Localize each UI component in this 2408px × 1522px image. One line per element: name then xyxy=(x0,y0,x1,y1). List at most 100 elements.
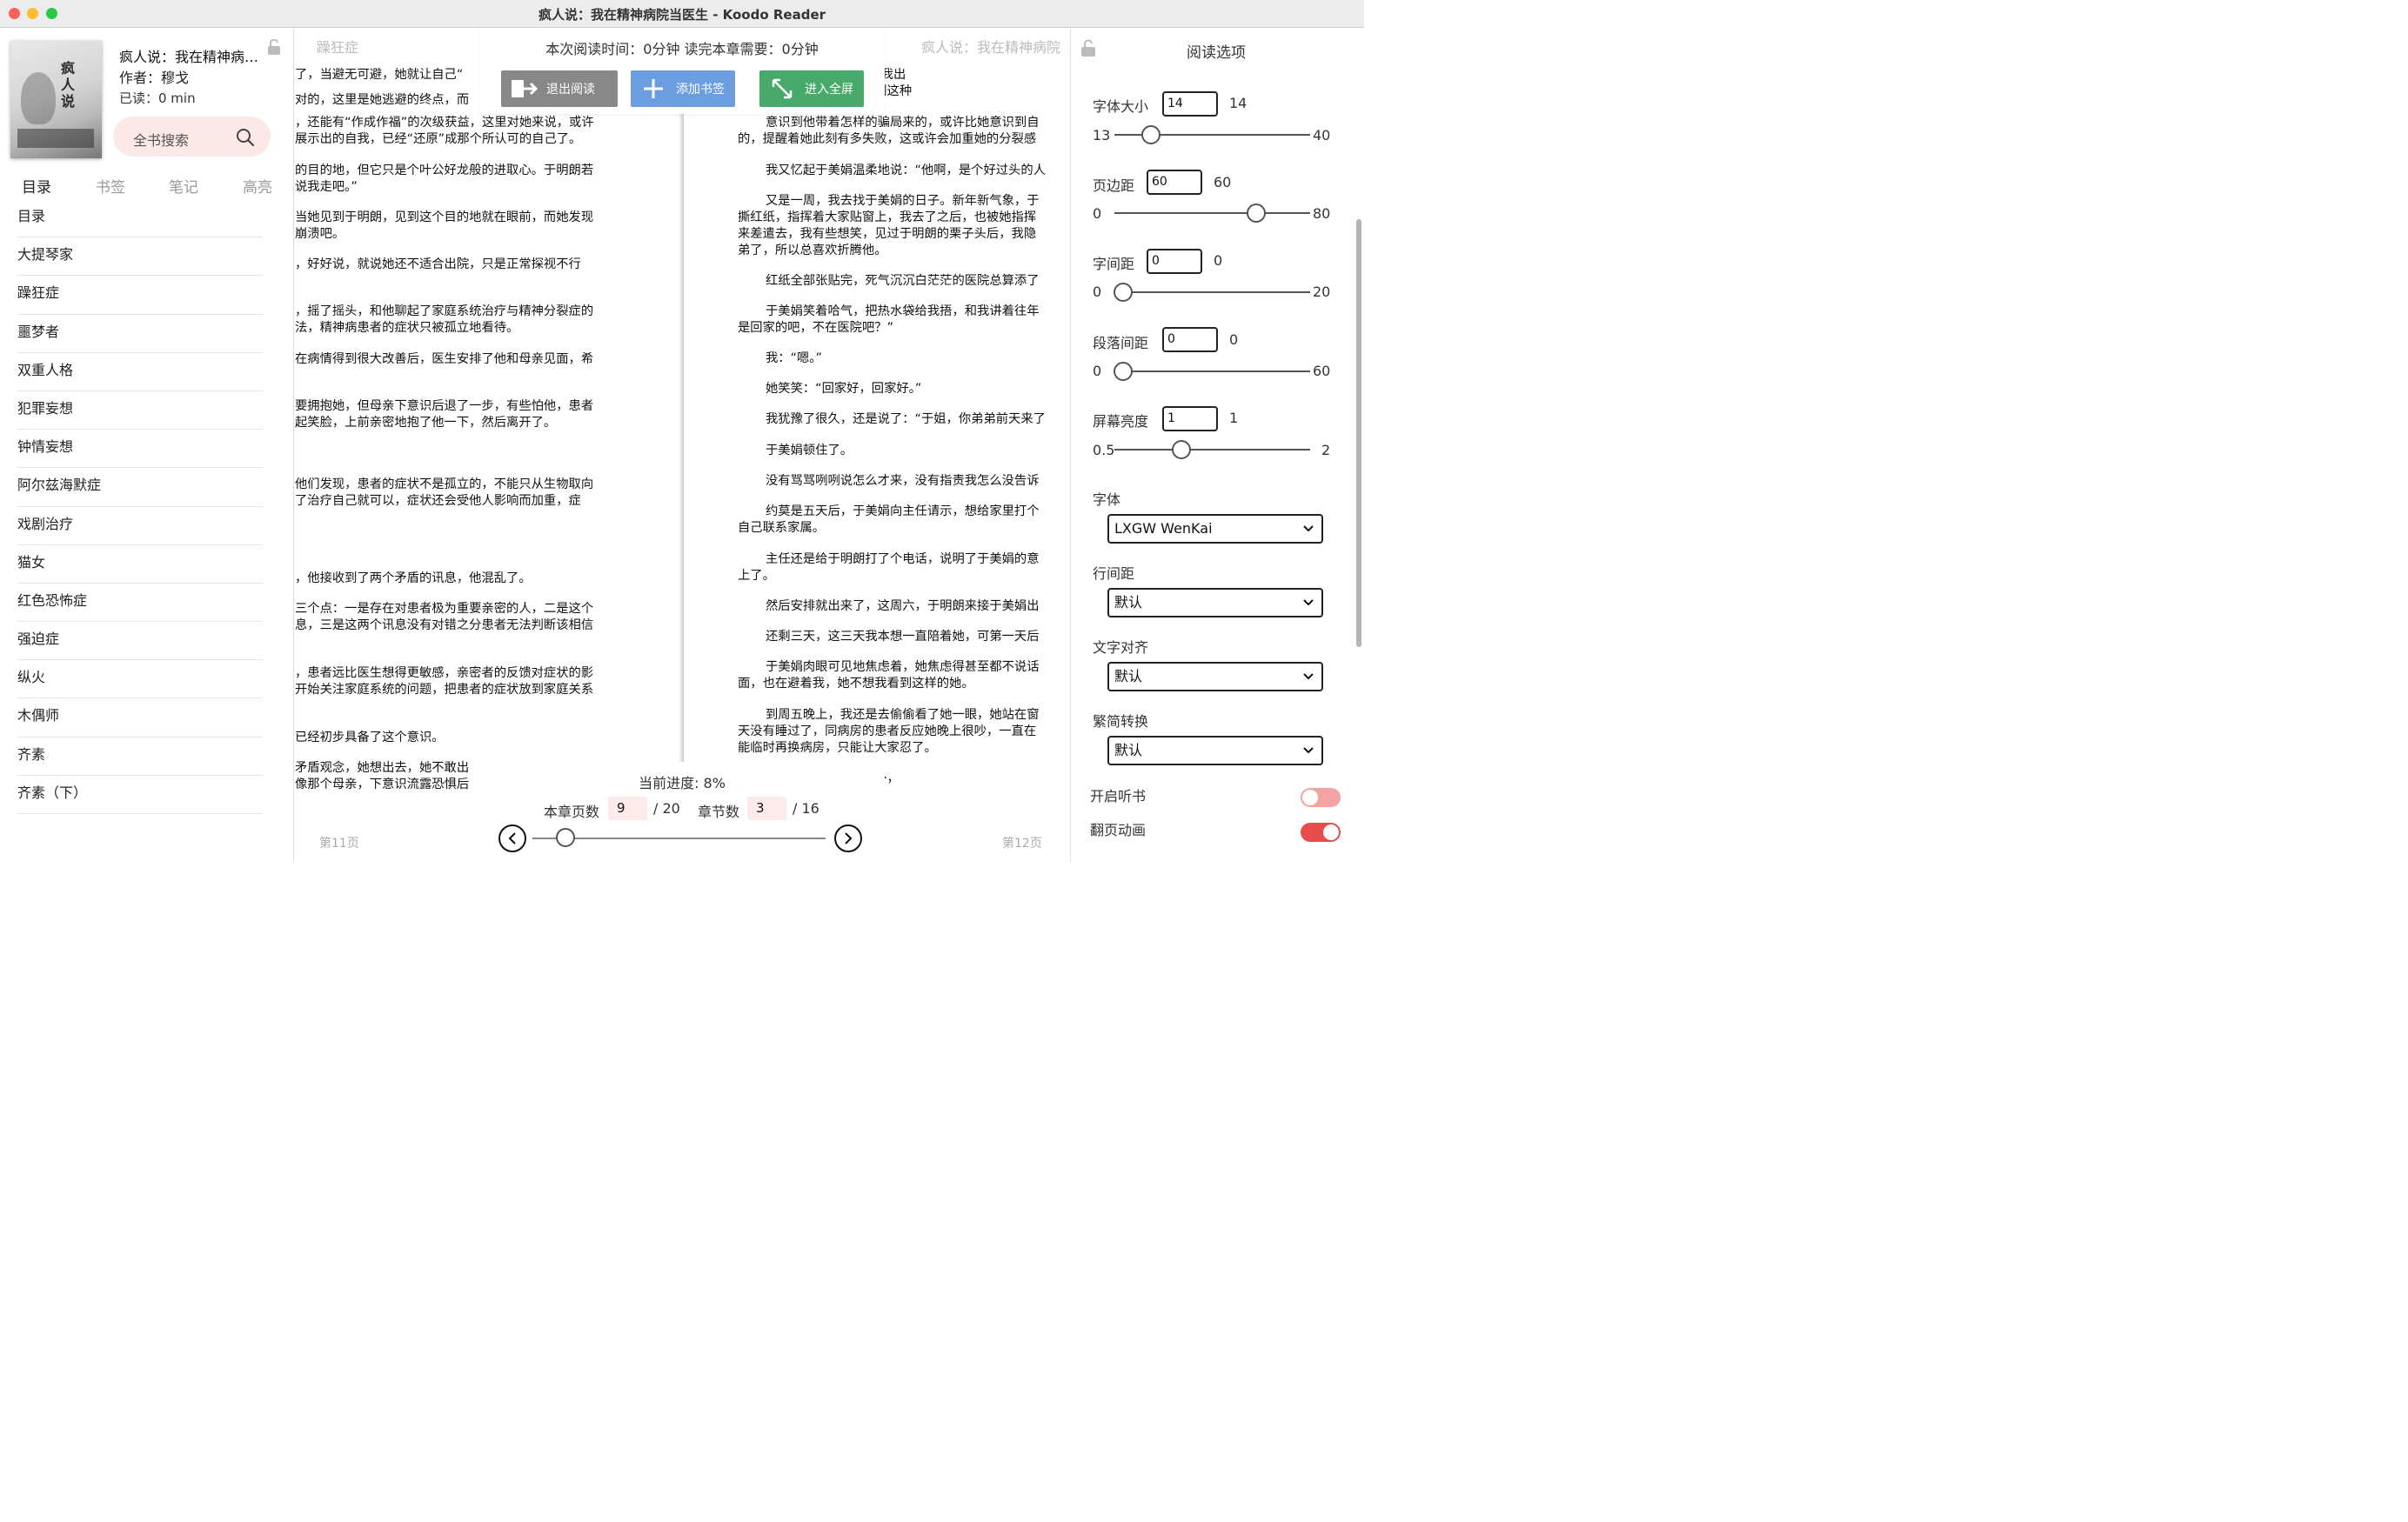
page-text-line: ，好好说，就说她还不适合出院，只是正常探视不行 xyxy=(295,257,581,271)
margin-input[interactable]: 60 xyxy=(1147,170,1202,195)
chapter-count-label: 章节数 xyxy=(698,804,740,820)
text-align-label: 文字对齐 xyxy=(1093,639,1149,656)
letter-spacing-slider-thumb[interactable] xyxy=(1114,283,1133,302)
next-page-button[interactable] xyxy=(834,824,862,852)
page-text-line: 崩溃吧。 xyxy=(295,227,345,241)
page-text-line: 他们发现，患者的症状不是孤立的，不能只从生物取向 xyxy=(295,477,594,491)
chevron-down-icon xyxy=(1303,747,1314,754)
lock-icon[interactable] xyxy=(1080,39,1096,57)
progress-slider-thumb[interactable] xyxy=(555,828,575,847)
cover-art xyxy=(21,72,56,124)
line-height-label: 行间距 xyxy=(1093,565,1135,582)
chapter-input[interactable]: 3 xyxy=(747,797,786,820)
toc-item[interactable]: 目录 xyxy=(17,199,263,238)
chevron-down-icon xyxy=(1303,599,1314,606)
exit-reading-button[interactable]: 退出阅读 xyxy=(501,70,618,107)
line-height-select[interactable]: 默认 xyxy=(1107,588,1323,617)
page-text-line: 于美娟顿住了。 xyxy=(766,444,853,457)
convert-select-value: 默认 xyxy=(1114,742,1143,758)
page-text-line: 像那个母亲，下意识流露恐惧后 xyxy=(295,778,470,791)
line-height-select-value: 默认 xyxy=(1114,594,1143,611)
tab-highlights[interactable]: 高亮 xyxy=(243,175,272,197)
tab-contents[interactable]: 目录 xyxy=(22,175,51,197)
toc-item[interactable]: 双重人格 xyxy=(17,353,263,391)
brightness-min: 0.5 xyxy=(1093,442,1115,458)
tts-toggle[interactable] xyxy=(1301,788,1341,807)
toc-item[interactable]: 犯罪妄想 xyxy=(17,391,263,431)
toc-item[interactable]: 戏剧治疗 xyxy=(17,507,263,545)
toc-item[interactable]: 躁狂症 xyxy=(17,276,263,315)
tab-bookmarks[interactable]: 书签 xyxy=(96,175,125,197)
page-text-line: 上了。 xyxy=(738,569,775,583)
toc-item[interactable]: 钟情妄想 xyxy=(17,430,263,469)
page-text-line: 开始关注家庭系统的问题，把患者的症状放到家庭关系 xyxy=(295,683,594,697)
paragraph-spacing-slider-thumb[interactable] xyxy=(1114,362,1133,381)
page-text-line: 约莫是五天后，于美娟向主任请示，想给家里打个 xyxy=(766,504,1040,518)
page-number: 第11页 xyxy=(319,837,359,851)
fullscreen-button[interactable]: 进入全屏 xyxy=(759,70,864,107)
brightness-label: 屏幕亮度 xyxy=(1093,413,1149,430)
progress-slider-track[interactable] xyxy=(532,838,826,839)
text-align-select[interactable]: 默认 xyxy=(1107,662,1323,691)
table-of-contents: 目录 大提琴家 躁狂症 噩梦者 双重人格 犯罪妄想 钟情妄想 阿尔兹海默症 戏剧… xyxy=(17,199,263,814)
letter-spacing-input[interactable]: 0 xyxy=(1147,249,1202,274)
toc-item[interactable]: 猫女 xyxy=(17,545,263,584)
font-size-input[interactable]: 14 xyxy=(1162,91,1218,117)
brightness-slider-thumb[interactable] xyxy=(1172,440,1191,459)
margin-label: 页边距 xyxy=(1093,177,1135,194)
page-text-line: 我又忆起于美娟温柔地说：“他啊，是个好过头的人 xyxy=(766,164,1046,177)
font-size-slider-thumb[interactable] xyxy=(1141,125,1161,144)
brightness-input[interactable]: 1 xyxy=(1162,406,1218,431)
add-bookmark-button[interactable]: 添加书签 xyxy=(631,70,735,107)
font-select[interactable]: LXGW WenKai xyxy=(1107,514,1323,544)
toc-item[interactable]: 纵火 xyxy=(17,660,263,699)
page-text-line: 于美娟肉眼可见地焦虑着，她焦虑得甚至都不说话 xyxy=(766,660,1040,674)
paragraph-spacing-max: 60 xyxy=(1313,363,1331,379)
page-text-line: 矛盾观念，她想出去，她不敢出 xyxy=(295,761,470,775)
left-book-page[interactable]: 躁狂症 了，当避无可避，她就让自己“ 对的，这里是她逃避的终点，而 ，还能有“作成作… xyxy=(295,29,683,862)
paragraph-spacing-slider[interactable] xyxy=(1114,370,1310,372)
font-label: 字体 xyxy=(1093,491,1121,508)
font-size-max: 40 xyxy=(1313,127,1331,144)
window-title: 疯人说：我在精神病院当医生 - Koodo Reader xyxy=(538,7,826,23)
font-size-min: 13 xyxy=(1093,127,1111,144)
toc-item[interactable]: 齐素 xyxy=(17,738,263,776)
page-text-line: 三个点：一是存在对患者极为重要亲密的人，二是这个 xyxy=(295,602,594,616)
letter-spacing-min: 0 xyxy=(1093,284,1102,300)
title-bar: 疯人说：我在精神病院当医生 - Koodo Reader xyxy=(0,0,1364,28)
brightness-max: 2 xyxy=(1321,442,1331,458)
toc-item[interactable]: 强迫症 xyxy=(17,622,263,661)
chapter-pages-label: 本章页数 xyxy=(544,804,600,820)
toc-item[interactable]: 大提琴家 xyxy=(17,237,263,277)
toc-item[interactable]: 噩梦者 xyxy=(17,315,263,353)
right-book-page[interactable]: 疯人说：我在精神病院 走，他可以不问出那句“跟我出于美娟了解他，她会感知到这种意… xyxy=(684,29,1068,862)
toc-item[interactable]: 阿尔兹海默症 xyxy=(17,468,263,507)
page-text-line: 能临时再换病房，只能让大家忍了。 xyxy=(738,741,937,755)
chapter-page-input[interactable]: 9 xyxy=(608,797,647,820)
letter-spacing-slider[interactable] xyxy=(1114,291,1310,293)
convert-select[interactable]: 默认 xyxy=(1107,736,1323,765)
options-scrollbar[interactable] xyxy=(1356,219,1361,647)
toc-item[interactable]: 木偶师 xyxy=(17,698,263,738)
previous-page-button[interactable] xyxy=(498,824,526,852)
search-icon[interactable] xyxy=(236,128,255,147)
toc-item[interactable]: 红色恐怖症 xyxy=(17,584,263,623)
page-text-line: 要拥抱她，但母亲下意识后退了一步，有些怕他，患者 xyxy=(295,399,594,413)
letter-spacing-value: 0 xyxy=(1214,252,1223,269)
lock-icon[interactable] xyxy=(267,39,281,55)
brightness-slider[interactable] xyxy=(1114,449,1310,451)
margin-slider-thumb[interactable] xyxy=(1247,204,1266,223)
book-search-input[interactable]: 全书搜索 xyxy=(113,117,271,157)
page-text-line: 了治疗自己就可以，症状还会受他人影响而加重，症 xyxy=(295,494,581,508)
margin-slider[interactable] xyxy=(1114,212,1310,214)
tts-label: 开启听书 xyxy=(1090,788,1147,804)
paragraph-spacing-input[interactable]: 0 xyxy=(1162,327,1218,352)
tab-notes[interactable]: 笔记 xyxy=(169,175,198,197)
paragraph-spacing-min: 0 xyxy=(1093,363,1102,379)
letter-spacing-label: 字间距 xyxy=(1093,256,1135,272)
page-animation-toggle[interactable] xyxy=(1301,823,1341,842)
toc-item[interactable]: 齐素（下） xyxy=(17,776,263,814)
page-text-line: 意识到他带着怎样的骗局来的，或许比她意识到自 xyxy=(766,116,1040,130)
page-text-line: 自己联系家属。 xyxy=(738,521,826,535)
page-text-line: 对的，这里是她逃避的终点，而 xyxy=(295,93,470,107)
